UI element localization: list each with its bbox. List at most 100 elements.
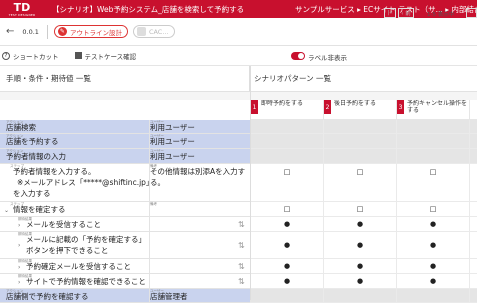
row-text: 情報を確定する — [13, 205, 66, 214]
row-text: サイトで予約情報を確認できること — [26, 277, 146, 286]
grid-cell[interactable] — [251, 120, 324, 133]
link-icon[interactable]: ⇅ — [238, 241, 245, 250]
grid-cell[interactable]: ● — [324, 232, 397, 258]
expand-icon[interactable]: › — [18, 279, 20, 286]
row-note-line2: る。 — [150, 178, 165, 187]
expand-icon[interactable]: › — [18, 242, 20, 249]
shortcut-label: ショートカット — [13, 52, 59, 61]
row-text-line1: 予約者情報を入力する。 — [13, 167, 96, 176]
grid-cell[interactable]: ● — [251, 274, 324, 288]
tree-row[interactable]: アクション 店舗検索 ユーザー 利用ユーザー — [0, 120, 250, 134]
first-page-button[interactable]: |« — [384, 8, 396, 18]
left-panel-title: 手順・条件・期待値 一覧 — [6, 74, 91, 83]
collapse-icon[interactable]: ⌄ — [4, 207, 9, 214]
page-count: 1-5 表示中 — [427, 12, 455, 18]
scenario-header-more — [470, 100, 477, 120]
link-icon[interactable]: ⇅ — [238, 262, 245, 271]
panel-splitter[interactable] — [250, 66, 251, 300]
grid-cell[interactable]: □ — [251, 164, 324, 201]
row-text: 予約者情報の入力 — [6, 152, 66, 161]
grid-cell[interactable] — [397, 149, 470, 163]
grid-cell[interactable]: □ — [251, 202, 324, 216]
row-text: 予約確定メールを受信すること — [26, 262, 131, 271]
grid-row — [250, 120, 477, 134]
tree-row[interactable]: 期待結果 › サイトで予約情報を確認できること ⇅ — [0, 274, 250, 289]
testcase-icon — [74, 52, 82, 59]
grid-row: ● ● ● — [250, 274, 477, 289]
expand-icon[interactable]: › — [18, 264, 20, 271]
grid-cell[interactable] — [251, 289, 324, 302]
row-text-line2: ボタンを押下できること — [26, 246, 109, 255]
tree-row[interactable]: ステップ ⌄ 情報を確定する 備考 — [0, 202, 250, 217]
scenario-header-2[interactable]: 2 後日予約をする — [324, 100, 397, 120]
grid-cell[interactable] — [397, 289, 470, 302]
grid-cell[interactable] — [251, 149, 324, 163]
label-toggle[interactable] — [291, 52, 305, 60]
tree-row[interactable]: アクション 予約者情報の入力 ユーザー 利用ユーザー — [0, 149, 250, 164]
grid-cell[interactable] — [324, 149, 397, 163]
column-divider — [149, 217, 150, 232]
scenario-header-3[interactable]: 3 予約キャンセル操作をする — [397, 100, 470, 120]
grid-row — [250, 289, 477, 303]
tool-bar: ? ショートカット テストケース確認 ラベル非表示 — [0, 46, 477, 66]
back-arrow-icon[interactable]: ← — [6, 26, 14, 37]
row-text: メールを受信すること — [26, 220, 101, 229]
tree-row[interactable]: 期待結果 › メールを受信すること ⇅ — [0, 217, 250, 232]
scenario-number: 2 — [324, 100, 331, 114]
left-panel-header: 手順・条件・期待値 一覧 — [0, 66, 250, 92]
row-text: 店舗検索 — [6, 123, 36, 132]
grid-cell[interactable] — [251, 134, 324, 148]
grid-cell[interactable]: ● — [397, 232, 470, 258]
tree-row[interactable]: アクション 店舗側で予約を確認する ユーザー 店舗管理者 — [0, 289, 250, 303]
grid-cell[interactable]: ● — [251, 259, 324, 273]
grid-cell[interactable]: □ — [397, 202, 470, 216]
outline-design-button[interactable]: ✎ アウトライン設計 — [53, 25, 128, 38]
link-icon[interactable]: ⇅ — [238, 220, 245, 229]
shortcut-button[interactable]: ? ショートカット — [0, 51, 59, 61]
grid-cell[interactable]: ● — [324, 274, 397, 288]
column-divider — [149, 274, 150, 289]
disabled-button[interactable]: CAC... — [132, 25, 175, 38]
right-panel-title: シナリオパターン 一覧 — [254, 74, 332, 83]
scenario-label: 予約キャンセル操作をする — [407, 100, 468, 114]
grid-cell[interactable]: ● — [397, 274, 470, 288]
tree-row[interactable]: 期待結果 › 予約確定メールを受信すること ⇅ — [0, 259, 250, 274]
grid-cell[interactable]: ● — [397, 259, 470, 273]
row-text-line2: ※メールアドレス「*****@shiftinc.jp」 — [17, 178, 154, 187]
grid-cell[interactable]: ● — [251, 232, 324, 258]
app-logo[interactable]: TD TEST DESIGNER — [4, 0, 40, 18]
version-bar: ← 0.0.1 ✎ アウトライン設計 CAC... — [0, 18, 477, 46]
grid-cell[interactable] — [324, 120, 397, 133]
grid-cell[interactable]: □ — [324, 164, 397, 201]
tree-row[interactable]: 期待結果 › メールに記載の「予約を確定する」 ボタンを押下できること ⇅ — [0, 232, 250, 259]
grid-cell[interactable]: ● — [251, 217, 324, 231]
grid-cell[interactable]: ● — [324, 217, 397, 231]
left-spacer — [0, 92, 250, 100]
page-title: 【シナリオ】Web予約システム_店舗を検索して予約する — [52, 4, 245, 14]
next-page-button[interactable] — [466, 8, 477, 18]
grid-cell[interactable] — [324, 289, 397, 302]
grid-cell[interactable]: □ — [397, 164, 470, 201]
grid-cell[interactable]: □ — [324, 202, 397, 216]
role-caption: 備考 — [150, 202, 157, 206]
scenario-header-1[interactable]: 1 即時予約をする — [251, 100, 324, 120]
row-text-line3: を入力する — [13, 189, 51, 198]
scenario-label: 即時予約をする — [261, 100, 304, 107]
row-text: 店舗側で予約を確認する — [6, 292, 89, 301]
grid-row — [250, 149, 477, 164]
testcase-check-button[interactable]: テストケース確認 — [59, 51, 136, 61]
link-icon[interactable]: ⇅ — [238, 277, 245, 286]
scenario-number: 1 — [251, 100, 258, 114]
grid-cell[interactable] — [324, 134, 397, 148]
grid-cell[interactable] — [397, 134, 470, 148]
grid-cell[interactable] — [397, 120, 470, 133]
grid-cell[interactable]: ● — [324, 259, 397, 273]
expand-icon[interactable]: › — [18, 222, 20, 229]
tree-row[interactable]: ステップ 予約者情報を入力する。 ※メールアドレス「*****@shiftinc… — [0, 164, 250, 202]
tree-row[interactable]: アクション 店舗を予約する ユーザー 利用ユーザー — [0, 134, 250, 149]
grid-row: ● ● ● — [250, 232, 477, 259]
row-text-line1: メールに記載の「予約を確定する」 — [26, 235, 146, 244]
grid-row: ● ● ● — [250, 217, 477, 232]
prev-page-button[interactable]: ‹ 前 — [398, 8, 414, 18]
grid-cell[interactable]: ● — [397, 217, 470, 231]
